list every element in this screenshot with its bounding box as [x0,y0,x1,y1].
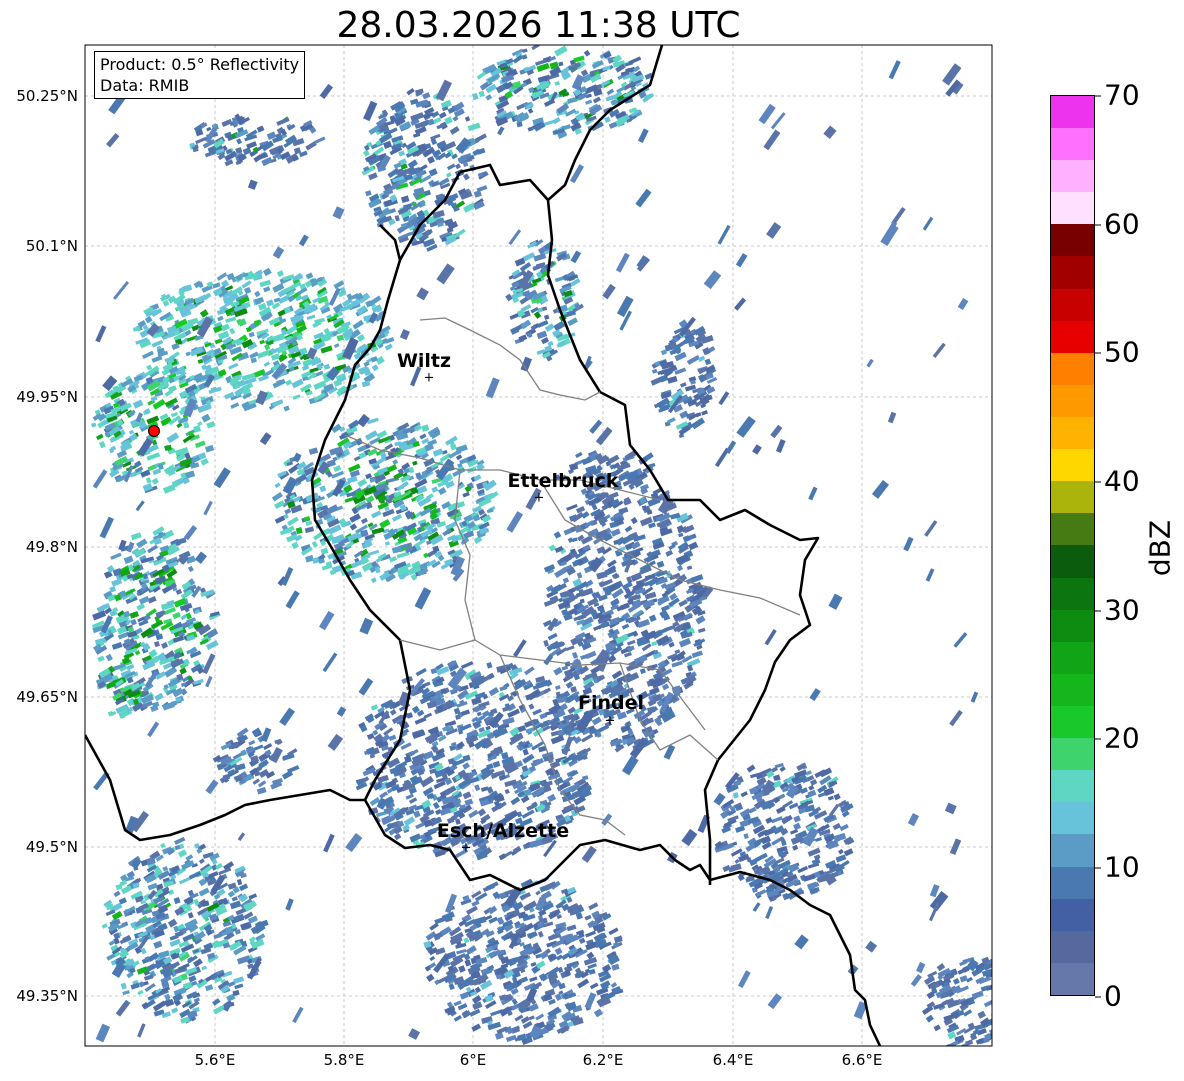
radar-echo-cell [995,988,1006,997]
radar-map [84,44,1012,1047]
radar-echo-cell [994,1009,1005,1017]
radar-echo-cell [996,1018,1006,1025]
radar-echo-cell [999,988,1012,999]
radar-echo-cell [998,1000,1010,1008]
radar-echo-cell [993,1015,1004,1024]
radar-echo-cell [995,975,1003,983]
radar-echo-cell [992,991,1005,998]
